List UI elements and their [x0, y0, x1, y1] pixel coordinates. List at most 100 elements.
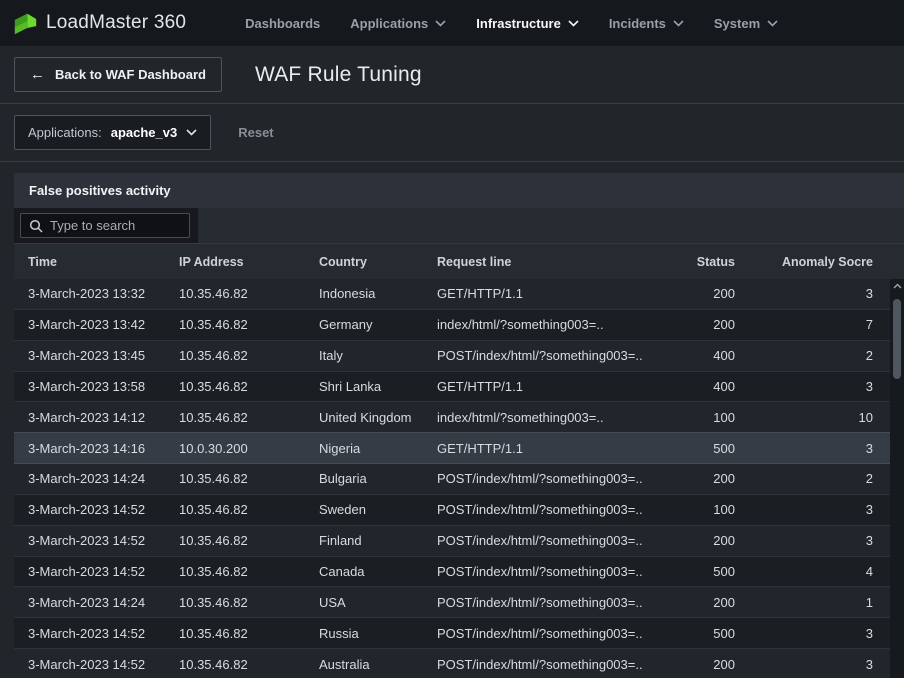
cell-status: 500 — [667, 626, 735, 641]
brand-name: LoadMaster 360 — [46, 12, 186, 34]
cell-status: 500 — [667, 441, 735, 456]
column-header-status[interactable]: Status — [667, 255, 735, 269]
cell-time: 3-March-2023 14:24 — [28, 595, 179, 610]
nav-item-label: System — [714, 16, 760, 31]
cell-anomaly-score: 4 — [735, 564, 890, 579]
nav-item-label: Infrastructure — [476, 16, 561, 31]
nav-item-dashboards[interactable]: Dashboards — [245, 16, 320, 31]
cell-ip-address: 10.35.46.82 — [179, 564, 319, 579]
column-header-time[interactable]: Time — [28, 255, 179, 269]
brand[interactable]: LoadMaster 360 — [12, 11, 186, 36]
cell-ip-address: 10.35.46.82 — [179, 317, 319, 332]
cell-status: 400 — [667, 379, 735, 394]
cell-country: Bulgaria — [319, 471, 437, 486]
cell-ip-address: 10.35.46.82 — [179, 657, 319, 672]
column-header-country[interactable]: Country — [319, 255, 437, 269]
cell-request-line: GET/HTTP/1.1 — [437, 441, 667, 456]
back-to-waf-dashboard-button[interactable]: ← Back to WAF Dashboard — [14, 57, 222, 92]
search-row — [14, 208, 904, 243]
cell-country: Italy — [319, 348, 437, 363]
table-row[interactable]: 3-March-2023 13:42 10.35.46.82 Germany i… — [14, 309, 890, 340]
cell-time: 3-March-2023 13:42 — [28, 317, 179, 332]
cell-request-line: index/html/?something003=.. — [437, 317, 667, 332]
cell-time: 3-March-2023 14:52 — [28, 564, 179, 579]
search-input[interactable] — [50, 218, 181, 233]
cell-ip-address: 10.35.46.82 — [179, 502, 319, 517]
cell-request-line: index/html/?something003=.. — [437, 410, 667, 425]
panel-title: False positives activity — [14, 173, 904, 208]
nav-item-incidents[interactable]: Incidents — [609, 16, 684, 31]
cell-status: 200 — [667, 657, 735, 672]
cell-anomaly-score: 3 — [735, 502, 890, 517]
cell-country: Canada — [319, 564, 437, 579]
cell-anomaly-score: 1 — [735, 595, 890, 610]
table-row[interactable]: 3-March-2023 14:24 10.35.46.82 USA POST/… — [14, 586, 890, 617]
table-row[interactable]: 3-March-2023 13:32 10.35.46.82 Indonesia… — [14, 279, 890, 309]
table-row[interactable]: 3-March-2023 14:52 10.35.46.82 Russia PO… — [14, 617, 890, 648]
table-row[interactable]: 3-March-2023 13:58 10.35.46.82 Shri Lank… — [14, 371, 890, 402]
cell-anomaly-score: 2 — [735, 348, 890, 363]
cell-anomaly-score: 10 — [735, 410, 890, 425]
table-row[interactable]: 3-March-2023 14:52 10.35.46.82 Sweden PO… — [14, 494, 890, 525]
cell-time: 3-March-2023 14:52 — [28, 657, 179, 672]
column-header-ip[interactable]: IP Address — [179, 255, 319, 269]
search-cell — [14, 208, 198, 243]
cell-anomaly-score: 3 — [735, 533, 890, 548]
table-row[interactable]: 3-March-2023 14:12 10.35.46.82 United Ki… — [14, 401, 890, 432]
chevron-down-icon — [673, 20, 684, 27]
cell-ip-address: 10.35.46.82 — [179, 471, 319, 486]
column-header-anomaly[interactable]: Anomaly Socre — [735, 255, 904, 269]
chevron-down-icon — [435, 20, 446, 27]
cell-status: 100 — [667, 410, 735, 425]
column-header-request[interactable]: Request line — [437, 255, 667, 269]
cell-ip-address: 10.35.46.82 — [179, 533, 319, 548]
cell-request-line: GET/HTTP/1.1 — [437, 286, 667, 301]
cell-status: 200 — [667, 471, 735, 486]
cell-ip-address: 10.0.30.200 — [179, 441, 319, 456]
cell-time: 3-March-2023 13:58 — [28, 379, 179, 394]
table-row[interactable]: 3-March-2023 14:52 10.35.46.82 Finland P… — [14, 525, 890, 556]
cell-ip-address: 10.35.46.82 — [179, 410, 319, 425]
cell-anomaly-score: 3 — [735, 441, 890, 456]
scroll-up-icon[interactable] — [890, 279, 904, 293]
reset-button[interactable]: Reset — [238, 125, 273, 140]
table-row[interactable]: 3-March-2023 13:45 10.35.46.82 Italy POS… — [14, 340, 890, 371]
cell-ip-address: 10.35.46.82 — [179, 348, 319, 363]
applications-dropdown[interactable]: Applications: apache_v3 — [14, 115, 211, 150]
cell-request-line: POST/index/html/?something003=.. — [437, 471, 667, 486]
cell-request-line: GET/HTTP/1.1 — [437, 379, 667, 394]
nav-item-system[interactable]: System — [714, 16, 778, 31]
table-row[interactable]: 3-March-2023 14:16 10.0.30.200 Nigeria G… — [14, 432, 890, 463]
search-box[interactable] — [20, 213, 190, 238]
cell-request-line: POST/index/html/?something003=.. — [437, 595, 667, 610]
cell-status: 200 — [667, 595, 735, 610]
nav-item-label: Applications — [350, 16, 428, 31]
cell-time: 3-March-2023 13:45 — [28, 348, 179, 363]
page-title: WAF Rule Tuning — [255, 63, 422, 87]
cell-time: 3-March-2023 14:16 — [28, 441, 179, 456]
vertical-scrollbar[interactable] — [890, 279, 904, 678]
loadmaster-logo-icon — [12, 11, 39, 36]
cell-ip-address: 10.35.46.82 — [179, 626, 319, 641]
table-row[interactable]: 3-March-2023 14:24 10.35.46.82 Bulgaria … — [14, 463, 890, 494]
cell-country: Germany — [319, 317, 437, 332]
cell-country: Sweden — [319, 502, 437, 517]
cell-anomaly-score: 3 — [735, 657, 890, 672]
table-row[interactable]: 3-March-2023 14:52 10.35.46.82 Canada PO… — [14, 556, 890, 587]
cell-status: 400 — [667, 348, 735, 363]
cell-anomaly-score: 7 — [735, 317, 890, 332]
nav-item-infrastructure[interactable]: Infrastructure — [476, 16, 579, 31]
nav-item-applications[interactable]: Applications — [350, 16, 446, 31]
false-positives-panel: False positives activity Time IP Address… — [14, 173, 904, 678]
cell-request-line: POST/index/html/?something003=.. — [437, 657, 667, 672]
search-icon — [29, 219, 43, 233]
cell-status: 200 — [667, 286, 735, 301]
table-body: 3-March-2023 13:32 10.35.46.82 Indonesia… — [14, 279, 904, 678]
scrollbar-thumb[interactable] — [893, 299, 901, 379]
cell-status: 100 — [667, 502, 735, 517]
table-row[interactable]: 3-March-2023 14:52 10.35.46.82 Australia… — [14, 648, 890, 678]
cell-ip-address: 10.35.46.82 — [179, 379, 319, 394]
table-rows: 3-March-2023 13:32 10.35.46.82 Indonesia… — [14, 279, 890, 678]
cell-request-line: POST/index/html/?something003=.. — [437, 502, 667, 517]
cell-country: Australia — [319, 657, 437, 672]
